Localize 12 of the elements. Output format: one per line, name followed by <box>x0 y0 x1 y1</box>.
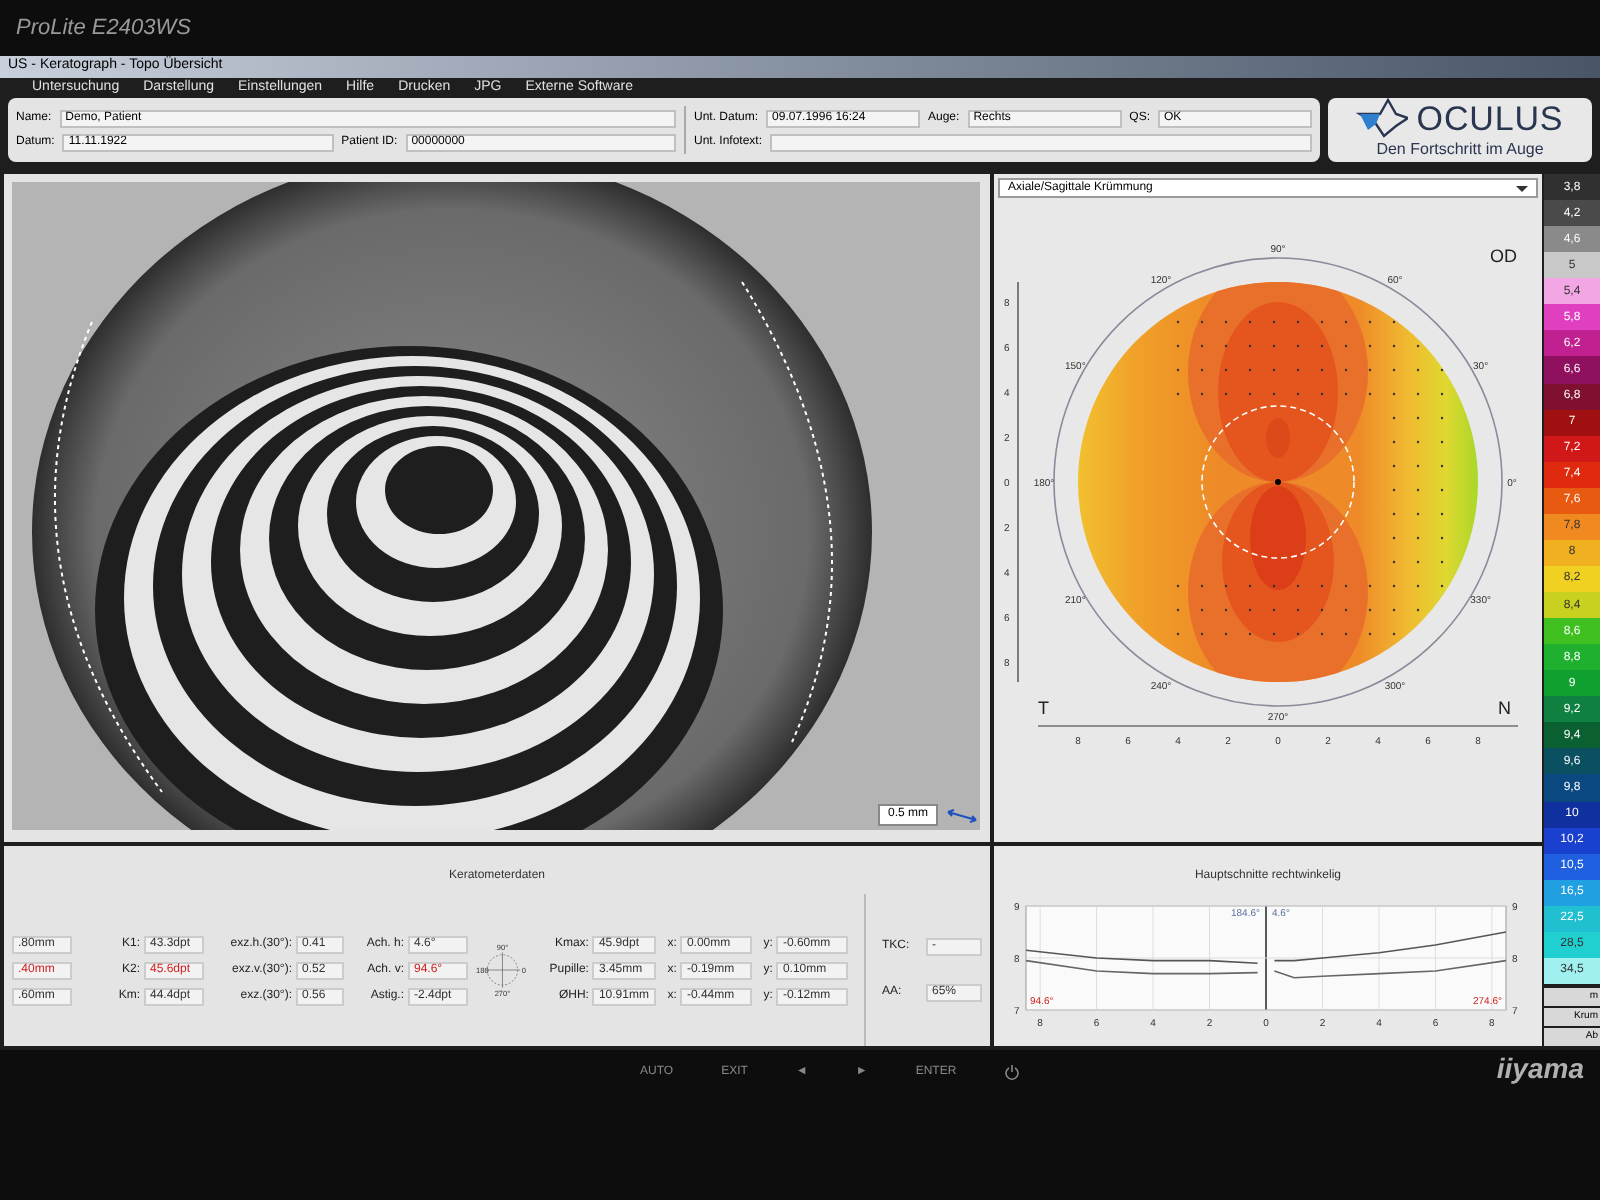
text-field[interactable] <box>770 133 1312 151</box>
nasal-label: N <box>1498 698 1511 718</box>
star-logo-icon <box>1356 98 1409 138</box>
temporal-label: T <box>1038 698 1049 718</box>
eye-label: OD <box>1490 246 1517 266</box>
dropdown-caret-icon <box>1516 185 1528 191</box>
power-icon[interactable] <box>1004 1064 1021 1080</box>
logo-wordmark: OCULUS <box>1416 101 1564 135</box>
scale-arrow-icon <box>946 807 978 823</box>
logo-slogan: Den Fortschritt im Auge <box>1376 138 1544 162</box>
monitor-brand-text: iiyama <box>1496 1050 1584 1088</box>
monitor-model-text: ProLite E2403WS <box>16 13 191 44</box>
